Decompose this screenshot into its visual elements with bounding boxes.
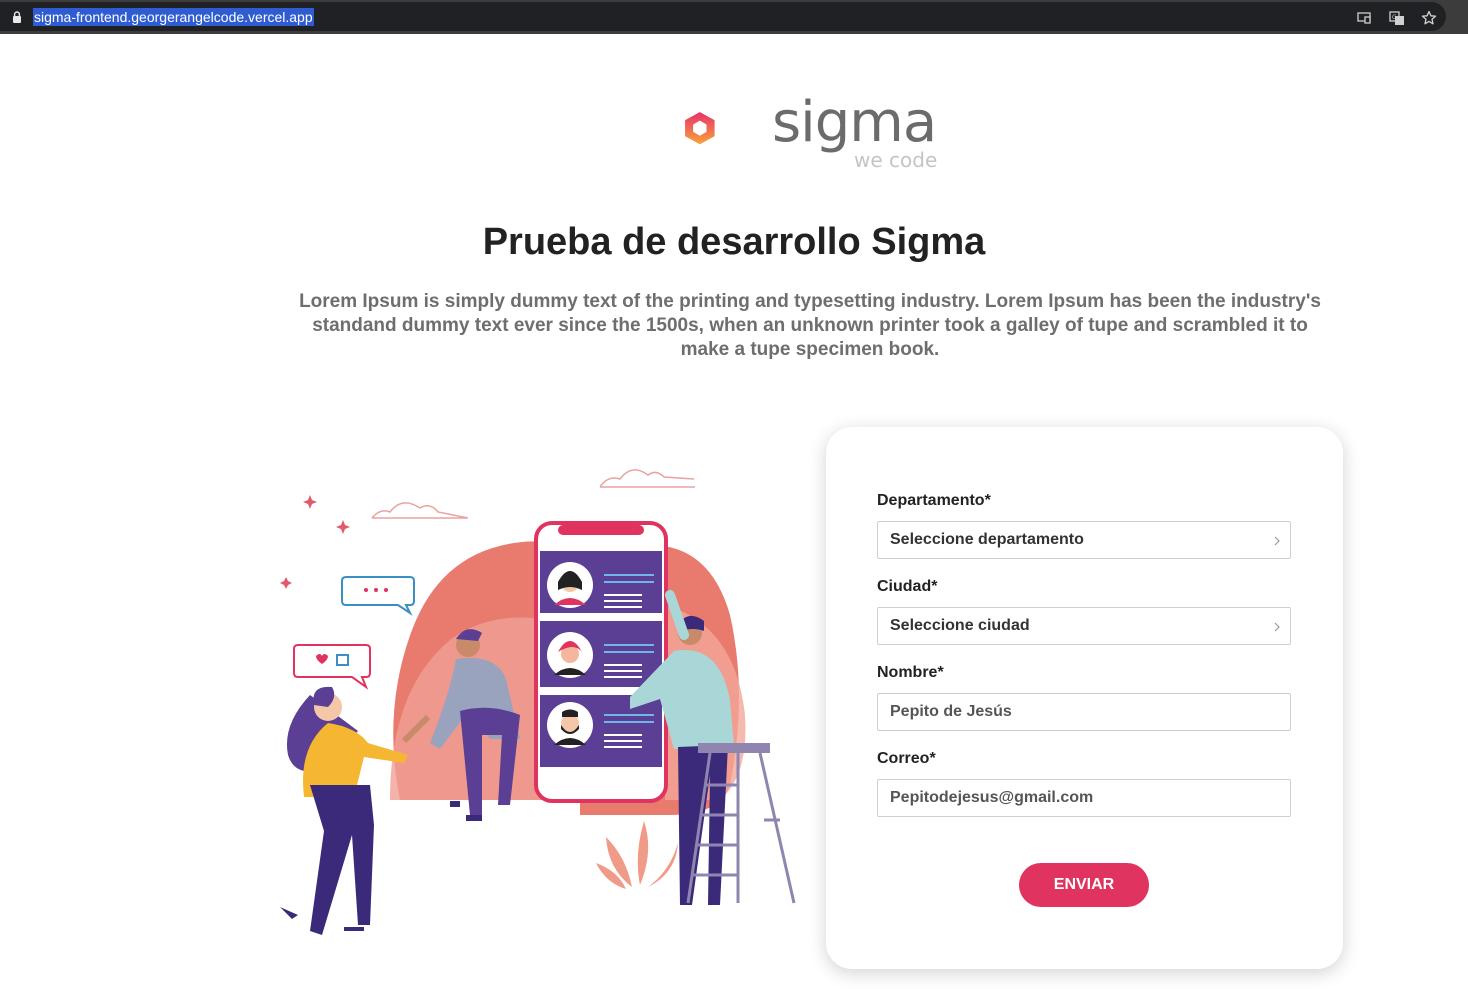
lock-icon	[13, 11, 21, 23]
svg-text:G: G	[1392, 14, 1397, 21]
city-label: Ciudad*	[877, 578, 938, 595]
name-input[interactable]	[877, 693, 1291, 731]
page-title: Prueba de desarrollo Sigma	[482, 221, 986, 263]
browser-toolbar: sigma-frontend.georgerangelcode.vercel.a…	[0, 0, 1468, 34]
cast-icon[interactable]	[1356, 10, 1372, 26]
city-select-value: Seleccione ciudad	[890, 617, 1030, 634]
sigma-logo-icon	[685, 112, 715, 145]
logo-tagline: we code	[854, 148, 938, 172]
chevron-right-icon	[1274, 536, 1280, 546]
name-label: Nombre*	[877, 664, 944, 681]
email-input[interactable]	[877, 779, 1291, 817]
department-select[interactable]: Seleccione departamento	[877, 521, 1291, 559]
department-label: Departamento*	[877, 492, 991, 509]
chevron-right-icon	[1274, 622, 1280, 632]
people-with-phone-illustration	[280, 469, 796, 935]
bookmark-star-icon[interactable]	[1421, 10, 1437, 26]
submit-button[interactable]: ENVIAR	[1019, 863, 1149, 907]
department-select-value: Seleccione departamento	[890, 531, 1084, 548]
url-text[interactable]: sigma-frontend.georgerangelcode.vercel.a…	[33, 8, 314, 26]
registration-form: Departamento* Seleccione departamento Ci…	[826, 427, 1343, 969]
translate-icon[interactable]: G	[1389, 10, 1405, 26]
address-bar[interactable]: sigma-frontend.georgerangelcode.vercel.a…	[0, 2, 1446, 31]
city-select[interactable]: Seleccione ciudad	[877, 607, 1291, 645]
page-description: Lorem Ipsum is simply dummy text of the …	[299, 291, 1321, 360]
email-label: Correo*	[877, 750, 936, 767]
